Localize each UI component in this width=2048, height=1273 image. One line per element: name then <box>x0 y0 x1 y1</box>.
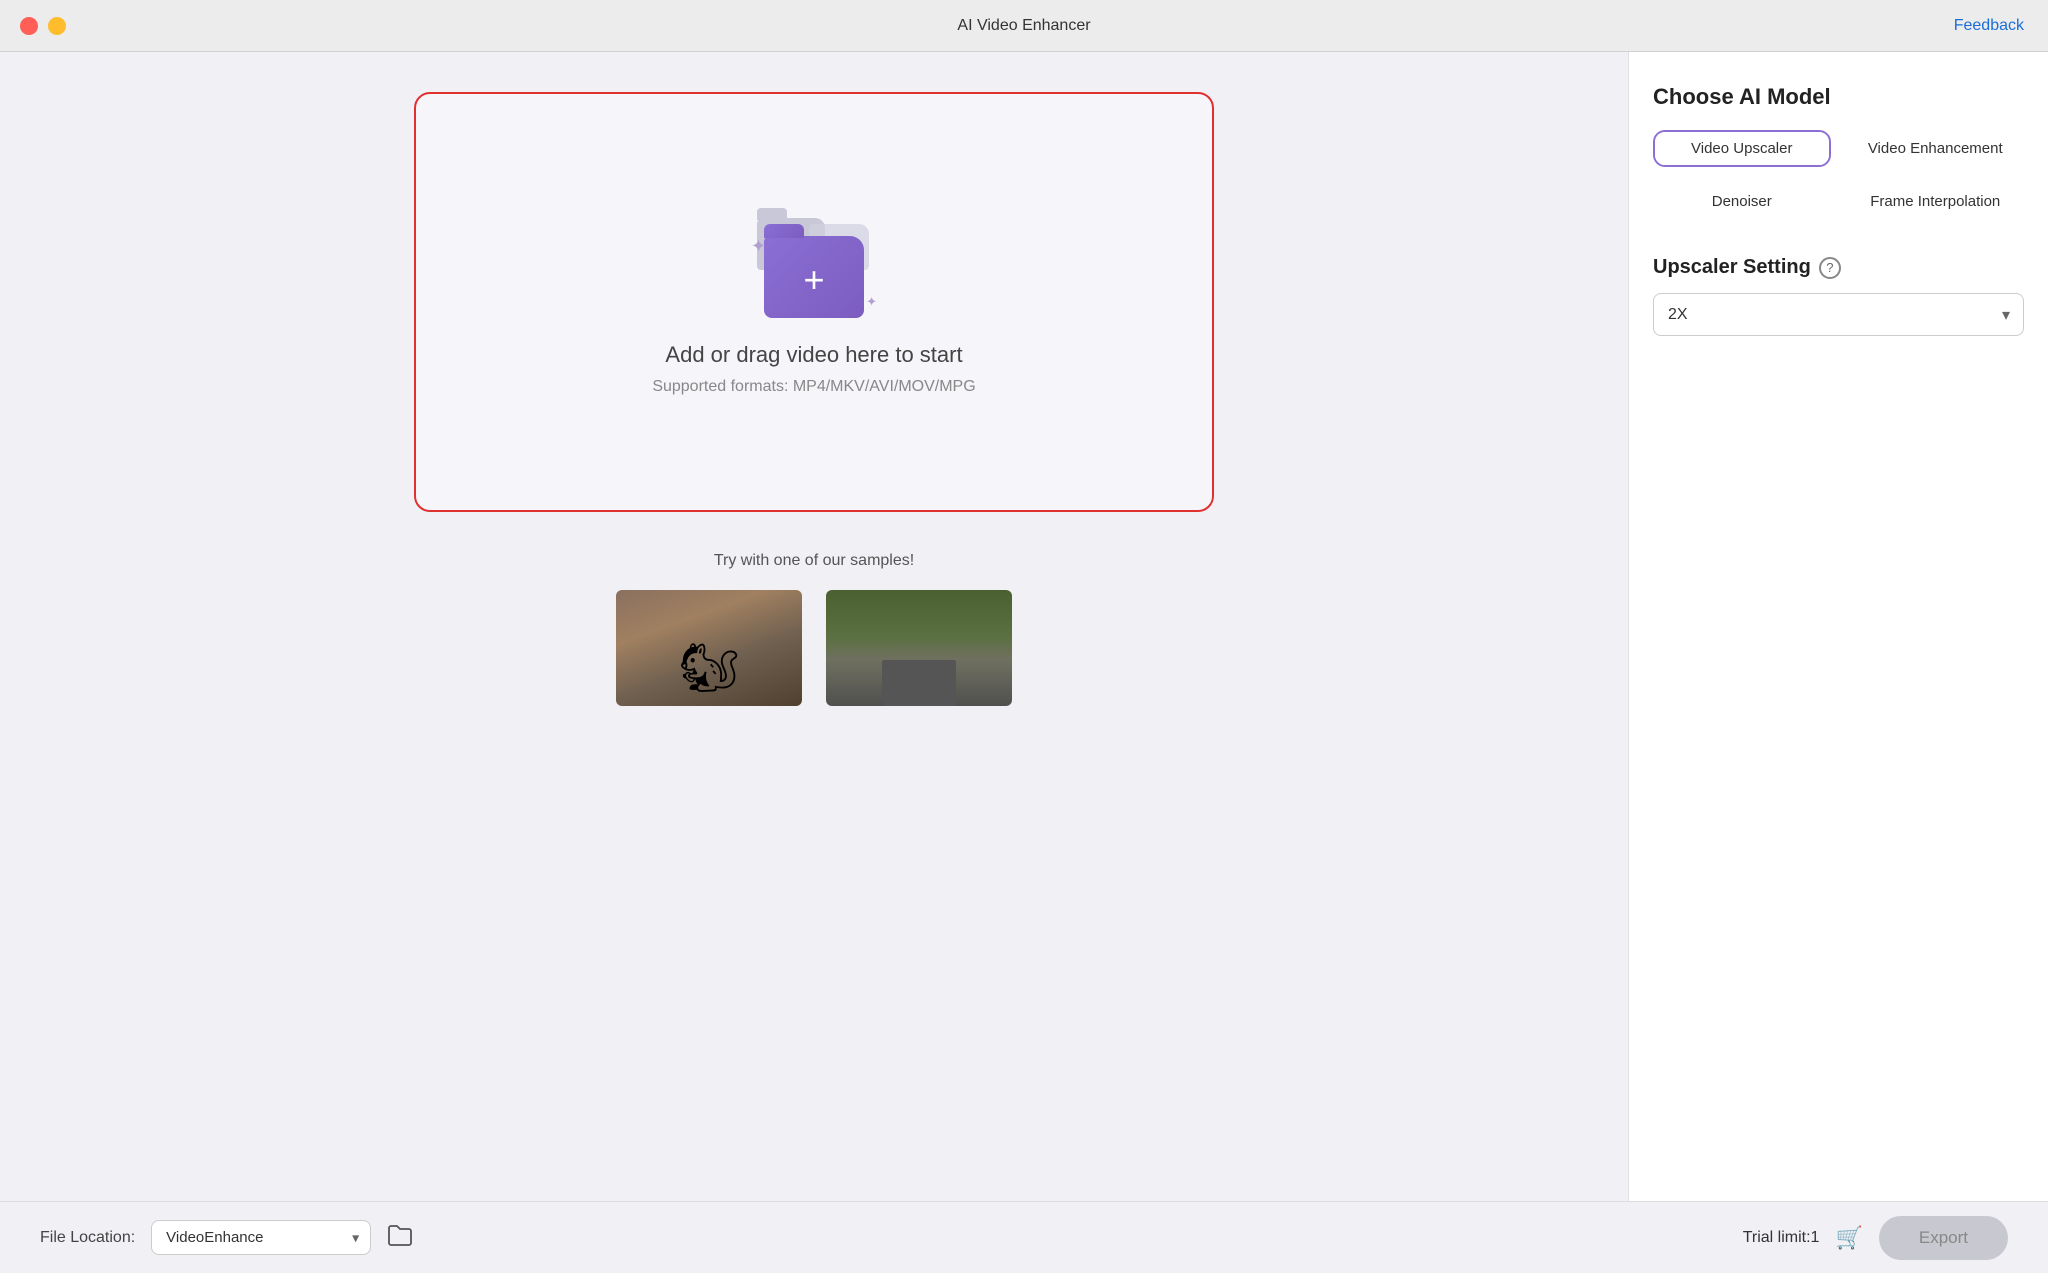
close-button[interactable] <box>20 17 38 35</box>
sample-squirrel[interactable] <box>614 588 804 708</box>
model-grid: ↖ ↗ ↙ ↘ 8K Video Upscaler New Video Enha… <box>1653 130 2024 220</box>
model-label-interpolation: Frame Interpolation <box>1849 185 2023 218</box>
choose-model-title: Choose AI Model <box>1653 84 2024 110</box>
drop-zone-subtitle: Supported formats: MP4/MKV/AVI/MOV/MPG <box>652 378 975 396</box>
cart-icon: 🛒 <box>1835 1225 1862 1251</box>
app-title: AI Video Enhancer <box>957 17 1090 35</box>
titlebar: AI Video Enhancer Feedback <box>0 0 2048 52</box>
model-card-enhancement[interactable]: New Video Enhancement <box>1847 130 2025 167</box>
folder-plus-icon: + <box>803 262 824 298</box>
bottom-right: Trial limit:1 🛒 Export <box>1743 1216 2008 1260</box>
model-label-enhancement: Video Enhancement <box>1849 132 2023 165</box>
browse-folder-button[interactable] <box>383 1220 417 1256</box>
upscaler-setting-title-text: Upscaler Setting <box>1653 256 1811 279</box>
left-panel: + ✦ ✦ Add or drag video here to start Su… <box>0 52 1628 1201</box>
sparkle-icon-2: ✦ <box>866 294 877 310</box>
main-content: + ✦ ✦ Add or drag video here to start Su… <box>0 52 2048 1201</box>
model-card-upscaler[interactable]: ↖ ↗ ↙ ↘ 8K Video Upscaler <box>1653 130 1831 167</box>
feedback-link[interactable]: Feedback <box>1954 17 2024 35</box>
upscaler-setting-title: Upscaler Setting ? <box>1653 256 2024 279</box>
folder-main-icon: + <box>764 236 864 318</box>
squirrel-thumbnail <box>616 590 802 706</box>
samples-label: Try with one of our samples! <box>714 552 914 570</box>
minimize-button[interactable] <box>48 17 66 35</box>
file-location-select[interactable]: VideoEnhance Desktop Documents Downloads <box>151 1220 371 1255</box>
samples-section: Try with one of our samples! <box>414 552 1214 708</box>
sample-road[interactable] <box>824 588 1014 708</box>
help-icon[interactable]: ? <box>1819 257 1841 279</box>
drop-zone[interactable]: + ✦ ✦ Add or drag video here to start Su… <box>414 92 1214 512</box>
drop-zone-title: Add or drag video here to start <box>665 342 962 368</box>
file-location-label: File Location: <box>40 1229 135 1247</box>
model-card-interpolation[interactable]: Frame Interpolation <box>1847 183 2025 220</box>
sparkle-icon-1: ✦ <box>751 236 766 257</box>
model-card-denoiser[interactable]: Denoiser <box>1653 183 1831 220</box>
window-controls <box>20 17 66 35</box>
right-panel: Choose AI Model ↖ ↗ ↙ ↘ 8K Video Upscale… <box>1628 52 2048 1201</box>
export-button[interactable]: Export <box>1879 1216 2008 1260</box>
samples-grid <box>614 588 1014 708</box>
upscaler-setting-section: Upscaler Setting ? 2X 4X 8X ▾ <box>1653 256 2024 336</box>
model-label-upscaler: Video Upscaler <box>1655 132 1829 165</box>
bottom-bar: File Location: VideoEnhance Desktop Docu… <box>0 1201 2048 1273</box>
upscaler-setting-select[interactable]: 2X 4X 8X <box>1653 293 2024 336</box>
folder-browse-icon <box>387 1224 413 1246</box>
file-location-select-wrapper: VideoEnhance Desktop Documents Downloads… <box>151 1220 371 1255</box>
model-label-denoiser: Denoiser <box>1655 185 1829 218</box>
upscaler-setting-select-wrapper: 2X 4X 8X ▾ <box>1653 293 2024 336</box>
drop-zone-icon: + ✦ ✦ <box>749 208 879 318</box>
trial-limit-text: Trial limit:1 <box>1743 1229 1820 1247</box>
road-thumbnail <box>826 590 1012 706</box>
file-location-wrapper: VideoEnhance Desktop Documents Downloads… <box>151 1220 417 1256</box>
